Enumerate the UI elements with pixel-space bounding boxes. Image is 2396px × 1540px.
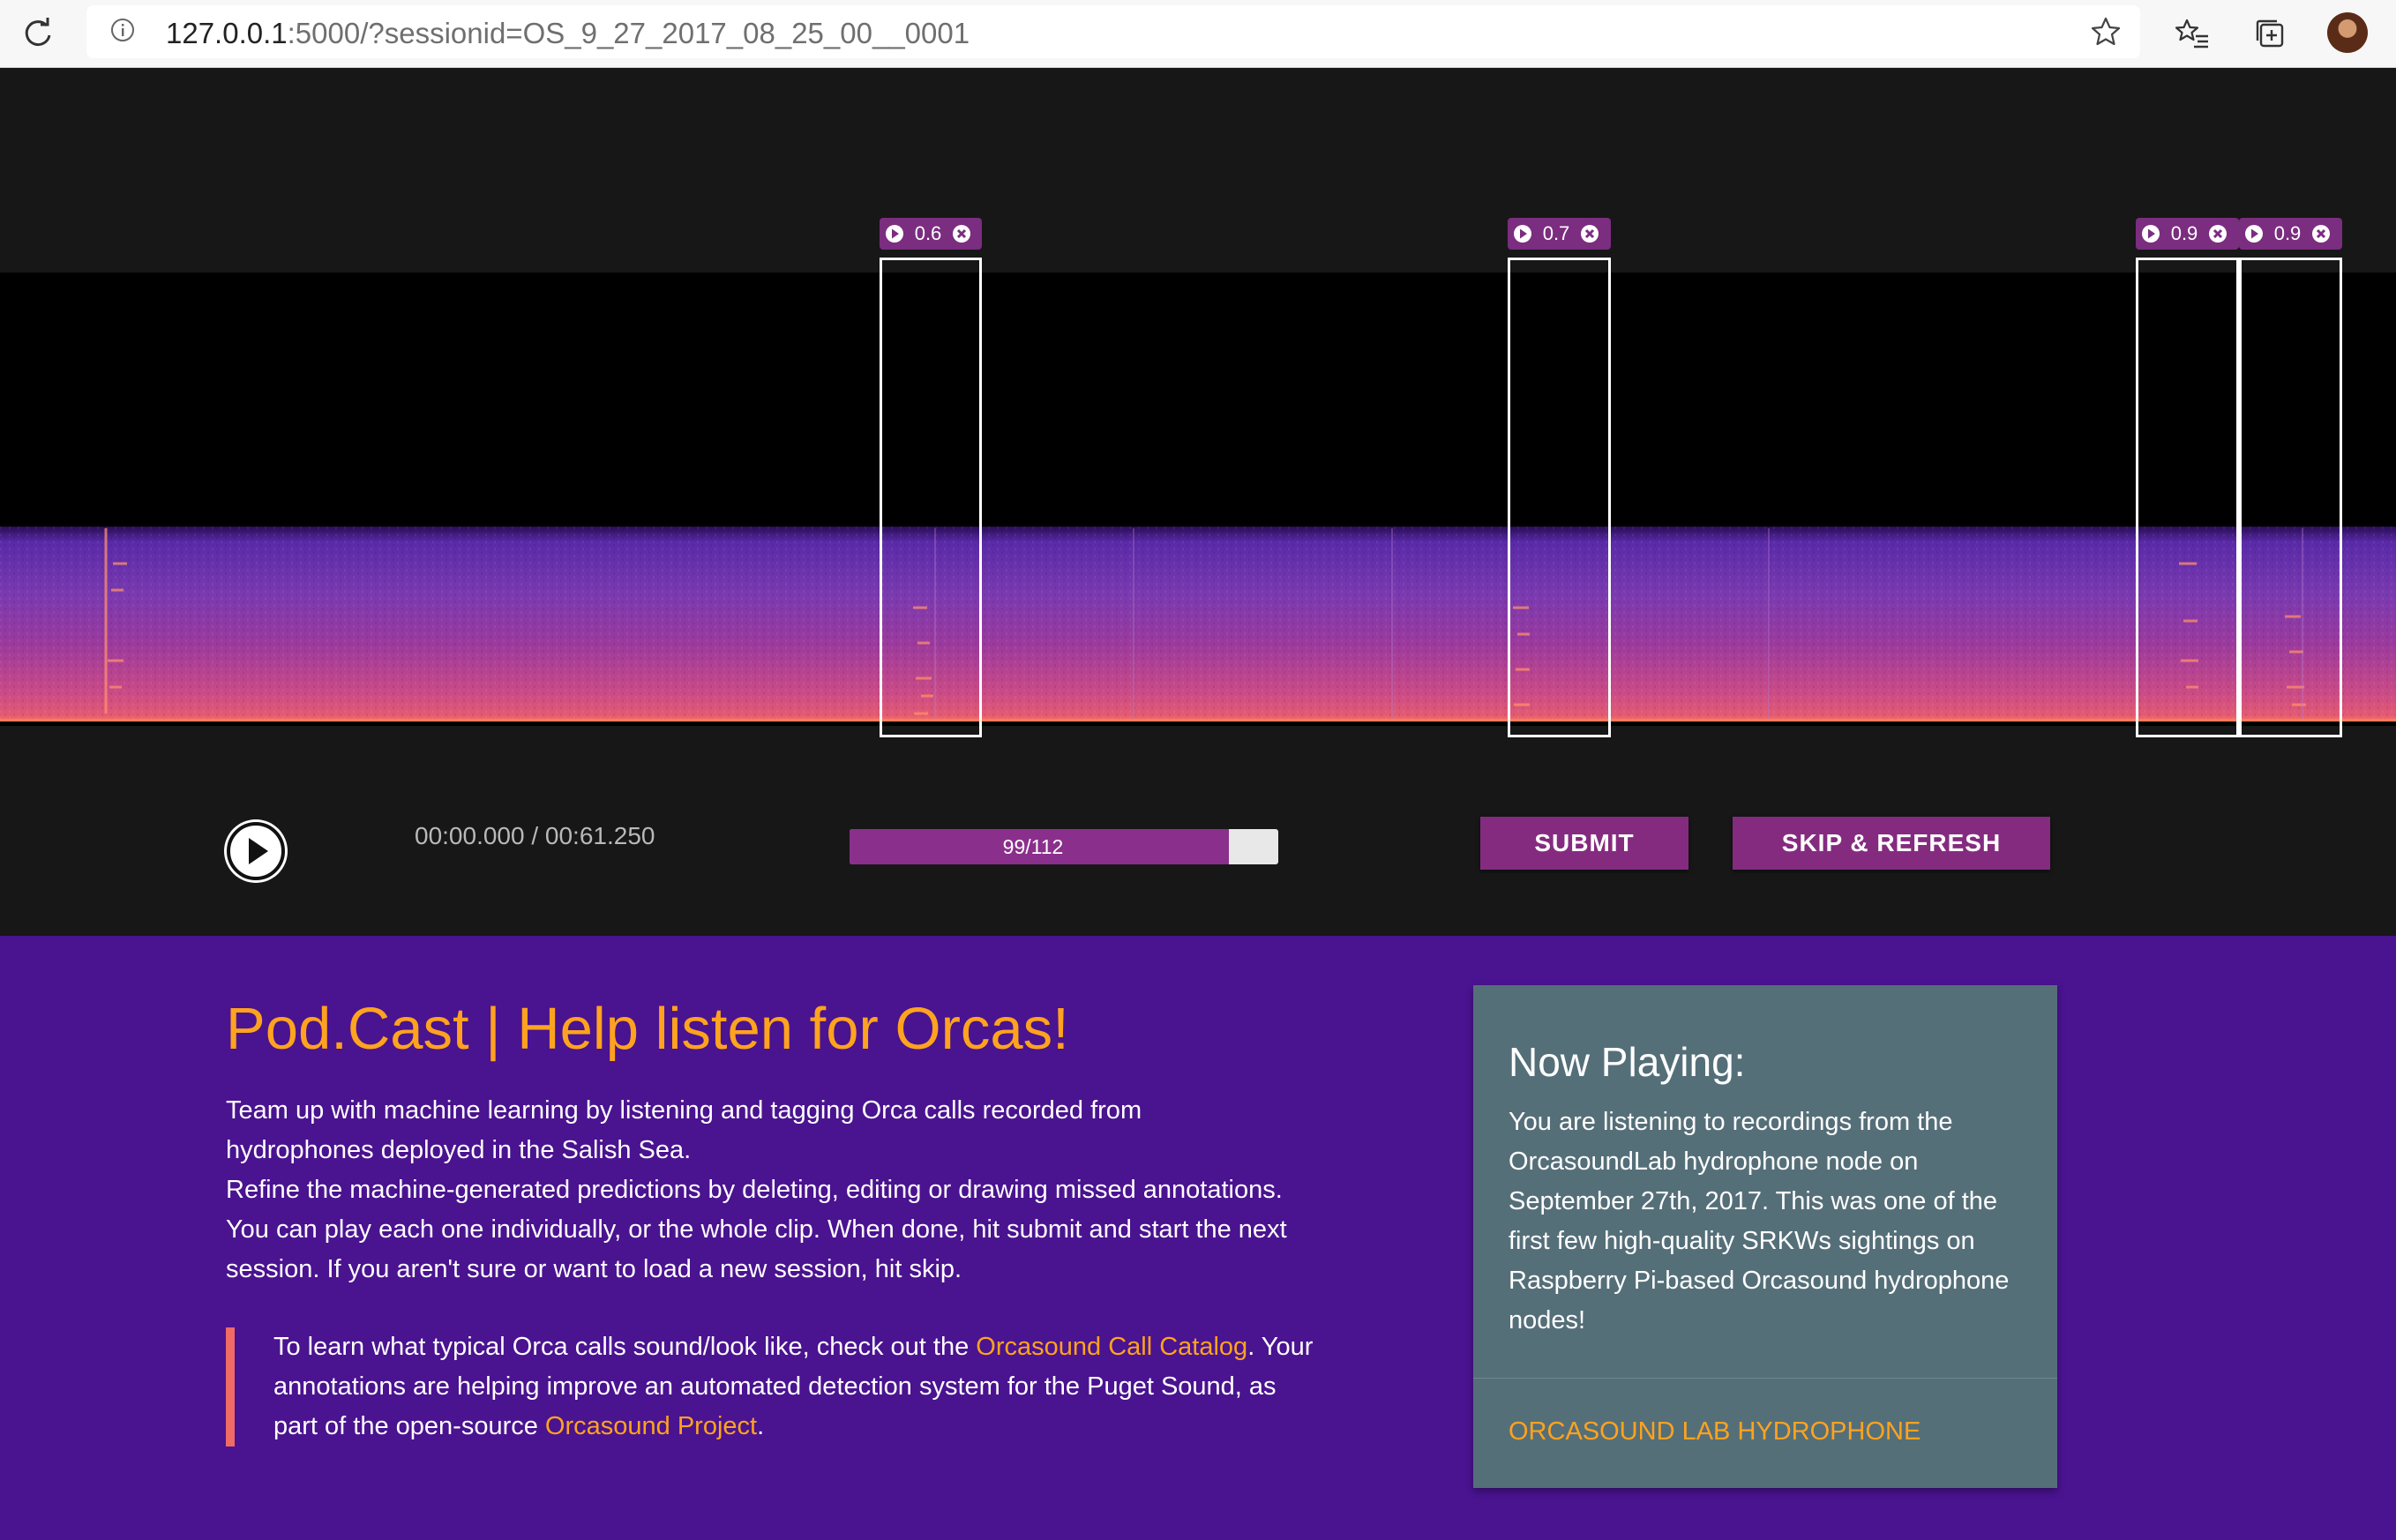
- annotation-confidence: 0.7: [1542, 222, 1570, 244]
- favorites-list-icon[interactable]: [2175, 16, 2210, 51]
- hydrophone-link[interactable]: ORCASOUND LAB HYDROPHONE: [1509, 1417, 1921, 1447]
- play-icon[interactable]: [884, 223, 905, 244]
- orcasound-project-link[interactable]: Orcasound Project: [545, 1412, 757, 1440]
- intro-paragraph-1: Team up with machine learning by listeni…: [226, 1096, 1142, 1164]
- annotation-box[interactable]: [2239, 258, 2342, 737]
- close-icon[interactable]: [2207, 223, 2228, 244]
- favorite-star-icon[interactable]: [2089, 15, 2123, 49]
- annotation-confidence: 0.6: [914, 222, 942, 244]
- reload-icon[interactable]: [19, 15, 56, 52]
- address-bar[interactable]: 127.0.0.1:5000/?sessionid=OS_9_27_2017_0…: [86, 5, 2140, 58]
- annotation-tag: 0.9: [2239, 218, 2342, 250]
- play-icon[interactable]: [2243, 223, 2265, 244]
- now-playing-title: Now Playing:: [1509, 1039, 1746, 1085]
- url-text[interactable]: 127.0.0.1:5000/?sessionid=OS_9_27_2017_0…: [166, 17, 970, 50]
- info-icon[interactable]: [109, 17, 136, 43]
- now-playing-card: Now Playing: You are listening to record…: [1473, 985, 2057, 1488]
- quote-text-c: .: [757, 1412, 765, 1440]
- annotation-tag: 0.7: [1508, 218, 1611, 250]
- skip-refresh-button[interactable]: SKIP & REFRESH: [1733, 817, 2050, 870]
- quote-text-a: To learn what typical Orca calls sound/l…: [273, 1333, 977, 1361]
- spectrogram[interactable]: [0, 273, 2396, 726]
- call-catalog-link[interactable]: Orcasound Call Catalog: [976, 1333, 1247, 1361]
- profile-avatar[interactable]: [2327, 12, 2368, 53]
- url-host: 127.0.0.1: [166, 17, 288, 49]
- url-path: :5000/?sessionid=OS_9_27_2017_08_25_00__…: [287, 17, 970, 49]
- spectrogram-image: [0, 527, 2396, 721]
- progress-label: 99/112: [1002, 835, 1064, 858]
- annotation-tag: 0.6: [880, 218, 982, 250]
- submit-button[interactable]: SUBMIT: [1480, 817, 1688, 870]
- close-icon[interactable]: [2310, 223, 2332, 244]
- play-icon[interactable]: [2140, 223, 2161, 244]
- annotation-tag: 0.9: [2136, 218, 2239, 250]
- annotation-box[interactable]: [880, 258, 982, 737]
- info-blockquote: To learn what typical Orca calls sound/l…: [226, 1327, 1320, 1447]
- time-display: 00:00.000 / 00:61.250: [415, 822, 655, 849]
- play-icon: [227, 822, 285, 880]
- play-icon[interactable]: [1512, 223, 1533, 244]
- close-icon[interactable]: [1579, 223, 1600, 244]
- annotation-confidence: 0.9: [2273, 222, 2302, 244]
- session-progress-bar: 99/112: [850, 829, 1278, 864]
- intro-text: Team up with machine learning by listeni…: [226, 1091, 1293, 1290]
- spectrogram-player: 0.6 0.7 0.9 0.9 00:00.000 / 00:61.250 99…: [0, 68, 2396, 936]
- now-playing-text: You are listening to recordings from the…: [1509, 1108, 2010, 1334]
- collections-icon[interactable]: [2252, 16, 2287, 51]
- page-title: Pod.Cast | Help listen for Orcas!: [226, 996, 1069, 1062]
- annotation-box[interactable]: [2136, 258, 2239, 737]
- annotation-confidence: 0.9: [2170, 222, 2198, 244]
- close-icon[interactable]: [951, 223, 972, 244]
- browser-toolbar: 127.0.0.1:5000/?sessionid=OS_9_27_2017_0…: [0, 0, 2396, 68]
- intro-paragraph-2: Refine the machine-generated predictions…: [226, 1176, 1287, 1283]
- annotation-box[interactable]: [1508, 258, 1611, 737]
- card-divider: [1473, 1378, 2057, 1379]
- play-button[interactable]: [224, 819, 288, 883]
